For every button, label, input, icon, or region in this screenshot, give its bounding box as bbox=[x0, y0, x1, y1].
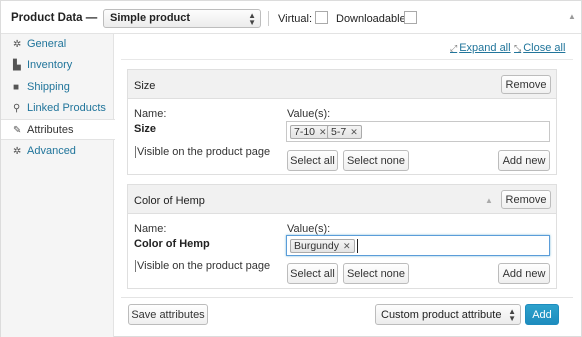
attribute-title: Size bbox=[134, 80, 156, 92]
select-all-button[interactable]: Select all bbox=[287, 263, 338, 284]
text-cursor bbox=[357, 239, 358, 253]
collapse-caret-icon[interactable]: ▲ bbox=[485, 196, 493, 205]
name-label: Name: bbox=[134, 108, 167, 120]
inventory-icon: ▙ bbox=[13, 60, 21, 71]
downloadable-checkbox[interactable] bbox=[404, 11, 417, 24]
remove-tag-icon[interactable]: ✕ bbox=[343, 241, 351, 251]
sidebar-item-advanced[interactable]: ✲ Advanced bbox=[1, 141, 113, 162]
product-type-select[interactable]: Simple product ▲ ▼ bbox=[103, 9, 261, 28]
sidebar-item-general[interactable]: ✲ General bbox=[1, 34, 113, 55]
attribute-header[interactable]: Size Remove bbox=[128, 70, 556, 99]
select-none-button[interactable]: Select none bbox=[343, 150, 409, 171]
link-icon: ⚲ bbox=[13, 103, 21, 114]
product-data-sidebar: ✲ General ▙ Inventory ■ Shipping ⚲ Linked Pr… bbox=[1, 34, 115, 337]
attribute-name-value: Color of Hemp bbox=[134, 238, 210, 250]
visible-checkbox-label[interactable]: Visible on the product page bbox=[135, 146, 270, 158]
expand-all-label: Expand all bbox=[459, 42, 511, 54]
sidebar-item-label: Shipping bbox=[27, 81, 70, 93]
add-new-value-button[interactable]: Add new bbox=[498, 150, 550, 171]
values-input[interactable]: Burgundy ✕ bbox=[286, 235, 550, 256]
select-all-button[interactable]: Select all bbox=[287, 150, 338, 171]
collapse-icon: ⤡ bbox=[514, 43, 522, 53]
divider bbox=[121, 59, 573, 60]
value-tag: 7-10 ✕ bbox=[290, 125, 331, 139]
expand-icon: ⤢ bbox=[450, 43, 458, 53]
select-arrows-icon: ▲ ▼ bbox=[248, 11, 256, 27]
virtual-checkbox[interactable] bbox=[315, 11, 328, 24]
values-label: Value(s): bbox=[287, 108, 331, 120]
select-arrows-icon: ▲ ▼ bbox=[508, 307, 516, 323]
sidebar-item-label: Inventory bbox=[27, 59, 73, 71]
remove-tag-icon[interactable]: ✕ bbox=[350, 127, 358, 137]
virtual-label: Virtual: bbox=[278, 13, 313, 25]
expand-all-link[interactable]: ⤢ Expand all bbox=[450, 42, 511, 54]
wrench-icon: ✎ bbox=[13, 125, 22, 136]
gear-icon: ✲ bbox=[13, 146, 22, 157]
divider bbox=[121, 297, 573, 298]
value-tag-label: 7-10 bbox=[294, 126, 316, 138]
attribute-title: Color of Hemp bbox=[134, 195, 205, 207]
values-label: Value(s): bbox=[287, 223, 331, 235]
remove-attribute-button[interactable]: Remove bbox=[501, 75, 551, 94]
name-label: Name: bbox=[134, 223, 167, 235]
sidebar-item-label: Attributes bbox=[27, 124, 74, 136]
downloadable-label: Downloadable: bbox=[336, 13, 409, 25]
value-tag: 5-7 ✕ bbox=[327, 125, 362, 139]
attribute-type-value: Custom product attribute bbox=[381, 309, 502, 321]
product-data-header: Product Data — Simple product ▲ ▼ Virtual… bbox=[1, 1, 581, 34]
product-data-panel: Product Data — Simple product ▲ ▼ Virtual… bbox=[0, 0, 582, 337]
save-attributes-button[interactable]: Save attributes bbox=[128, 304, 208, 325]
visible-checkbox-label[interactable]: Visible on the product page bbox=[135, 260, 270, 272]
product-type-value: Simple product bbox=[110, 12, 191, 24]
attribute-size: Size Remove Name: Size Value(s): 7-10 ✕ 5… bbox=[127, 69, 557, 175]
add-attribute-button[interactable]: Add bbox=[525, 304, 559, 325]
truck-icon: ■ bbox=[13, 82, 20, 93]
sidebar-item-label: General bbox=[27, 38, 67, 50]
sidebar-item-shipping[interactable]: ■ Shipping bbox=[1, 77, 113, 98]
gear-icon: ✲ bbox=[13, 39, 22, 50]
sidebar-item-label: Linked Products bbox=[27, 102, 106, 114]
attribute-color-of-hemp: Color of Hemp ▲ Remove Name: Color of He… bbox=[127, 184, 557, 289]
remove-tag-icon[interactable]: ✕ bbox=[319, 127, 327, 137]
attribute-type-select[interactable]: Custom product attribute ▲ ▼ bbox=[375, 304, 521, 325]
attribute-name-value: Size bbox=[134, 123, 157, 135]
remove-attribute-button[interactable]: Remove bbox=[501, 190, 551, 209]
header-divider bbox=[268, 11, 269, 26]
select-none-button[interactable]: Select none bbox=[343, 263, 409, 284]
values-input[interactable]: 7-10 ✕ 5-7 ✕ bbox=[286, 121, 550, 142]
value-tag-label: 5-7 bbox=[331, 126, 347, 138]
close-all-label: Close all bbox=[523, 42, 566, 54]
add-new-value-button[interactable]: Add new bbox=[498, 263, 550, 284]
collapse-caret-icon[interactable]: ▲ bbox=[568, 12, 576, 21]
value-tag-label: Burgundy bbox=[294, 240, 339, 252]
value-tag: Burgundy ✕ bbox=[290, 239, 355, 253]
sidebar-item-attributes[interactable]: ✎ Attributes bbox=[1, 119, 115, 140]
sidebar-item-label: Advanced bbox=[27, 145, 76, 157]
sidebar-item-linked-products[interactable]: ⚲ Linked Products bbox=[1, 98, 113, 119]
close-all-link[interactable]: ⤡ Close all bbox=[514, 42, 565, 54]
product-data-title: Product Data — bbox=[11, 12, 98, 24]
attribute-header[interactable]: Color of Hemp ▲ Remove bbox=[128, 185, 556, 214]
sidebar-item-inventory[interactable]: ▙ Inventory bbox=[1, 55, 113, 76]
